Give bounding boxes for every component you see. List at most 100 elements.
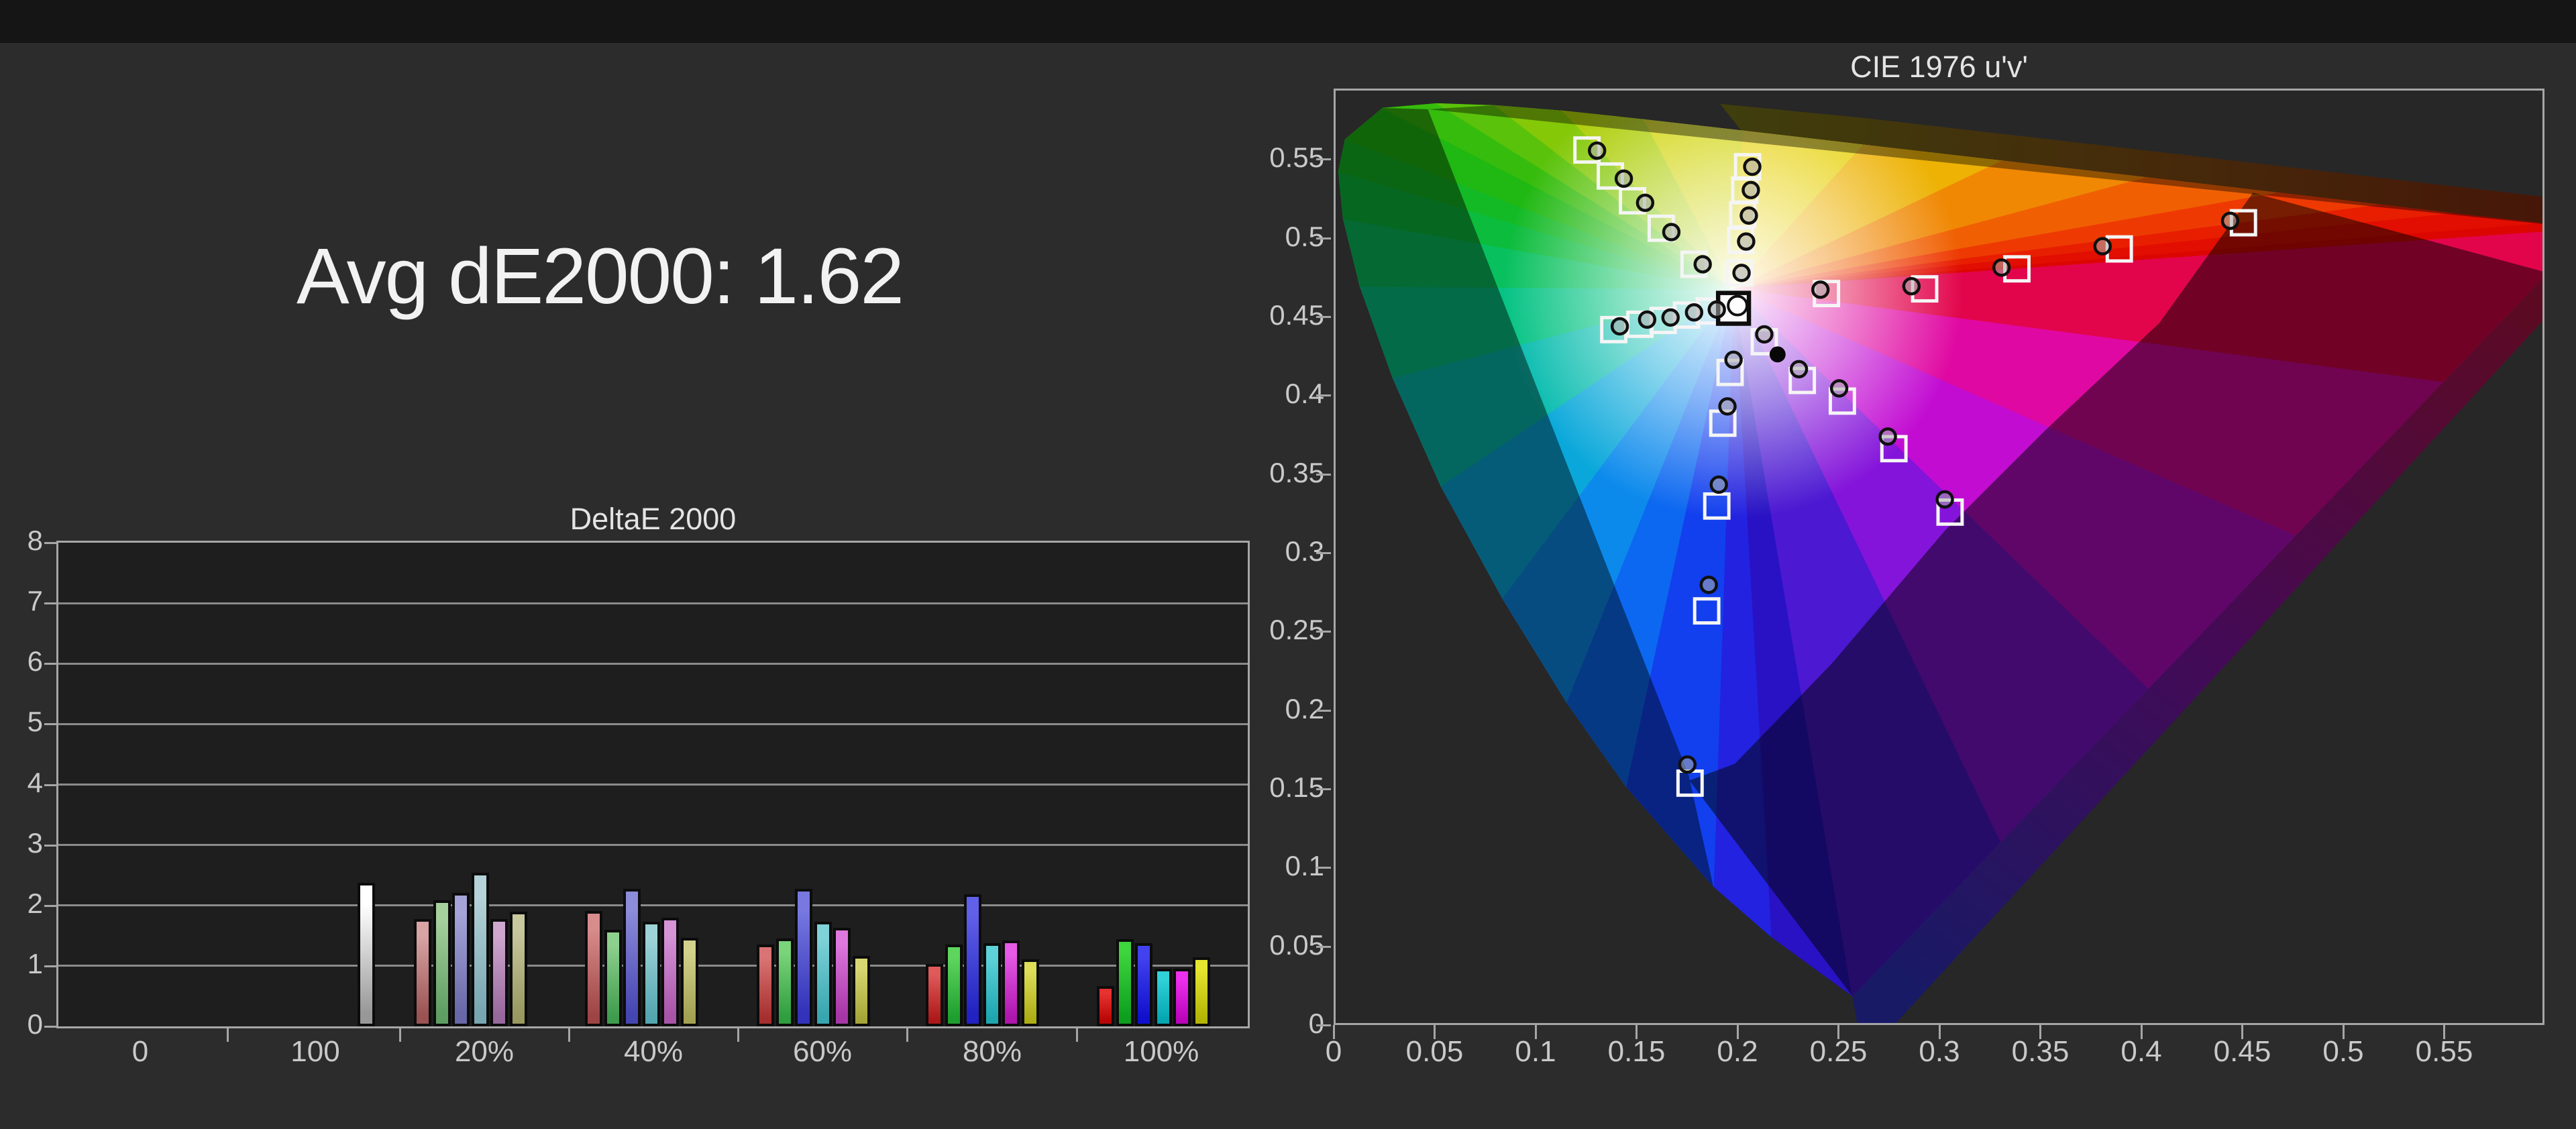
cie-x-label-0.5: 0.5	[2322, 1035, 2364, 1068]
bar-20%-cyan	[471, 873, 489, 1026]
green-measured-4	[1693, 255, 1712, 274]
bar-80%-yellow	[1022, 959, 1039, 1026]
bar-y-label-0: 0	[27, 1008, 43, 1040]
cie-x-tick-6	[1938, 1025, 1941, 1039]
cie-x-tick-11	[2443, 1025, 2445, 1039]
yellow-measured-0	[1743, 157, 1762, 176]
cie-x-tick-7	[2039, 1025, 2041, 1039]
cie-y-tick-9	[1316, 315, 1331, 318]
cie-x-tick-0	[1332, 1025, 1335, 1039]
magenta-measured-3	[1878, 427, 1897, 446]
gridline-7	[58, 602, 1248, 604]
cie-x-label-0: 0	[1325, 1035, 1342, 1068]
bar-60%-cyan	[814, 922, 832, 1026]
color-calibration-report: Avg dE2000: 1.62 DeltaE 2000 0 1 2 3 4 5 6 7 8 0 1…	[0, 0, 2576, 1129]
bar-x-label-0: 0	[131, 1035, 149, 1068]
white-measured-0	[1727, 294, 1749, 317]
bar-y-tick-7	[44, 602, 56, 605]
bar-x-tick-4	[906, 1028, 908, 1042]
cie-y-label-0.5: 0.5	[1285, 220, 1324, 252]
cie-x-label-0.3: 0.3	[1919, 1035, 1960, 1068]
bar-100%-blue	[1135, 943, 1153, 1026]
bar-40%-red	[585, 911, 602, 1026]
bar-40%-blue	[623, 889, 641, 1026]
magenta-measured-1	[1789, 360, 1809, 378]
cie-x-tick-9	[2241, 1025, 2243, 1039]
bar-y-label-8: 8	[27, 525, 43, 556]
magenta-measured-4	[1935, 490, 1954, 509]
bar-x-tick-5	[1075, 1028, 1078, 1042]
bar-y-tick-1	[44, 965, 56, 967]
bar-y-label-7: 7	[27, 585, 43, 617]
cyan-measured-4	[1707, 300, 1726, 319]
bar-y-tick-3	[44, 844, 56, 847]
cie-x-label-0.1: 0.1	[1515, 1035, 1556, 1068]
cie-y-tick-6	[1316, 551, 1331, 554]
top-black-bar	[0, 0, 2576, 43]
cie-y-tick-0	[1316, 1024, 1331, 1026]
bar-x-label-100: 100	[290, 1035, 340, 1068]
cie-y-label-0.45: 0.45	[1269, 299, 1324, 331]
bar-x-tick-0	[227, 1028, 229, 1042]
bar-20%-magenta	[490, 919, 508, 1026]
cie-y-tick-4	[1316, 709, 1331, 712]
bar-y-tick-0	[44, 1026, 56, 1028]
bar-20%-blue	[452, 893, 470, 1026]
cie-y-tick-8	[1316, 394, 1331, 397]
cie-plot-area	[1334, 89, 2544, 1025]
bar-y-label-4: 4	[27, 766, 43, 798]
avg-de2000-readout: Avg dE2000: 1.62	[297, 232, 904, 321]
cyan-measured-0	[1610, 317, 1629, 336]
cie-x-label-0.05: 0.05	[1405, 1035, 1464, 1068]
red-measured-0	[1811, 280, 1830, 299]
bar-y-label-6: 6	[27, 645, 43, 678]
gridline-3	[58, 844, 1248, 847]
bar-100%-red	[1097, 986, 1114, 1026]
bar-20%-yellow	[510, 912, 527, 1026]
cie-x-label-0.2: 0.2	[1717, 1035, 1758, 1068]
bar-100%-magenta	[1173, 969, 1191, 1026]
bar-x-label-100%: 100%	[1123, 1035, 1199, 1068]
cyan-measured-3	[1684, 303, 1704, 322]
bar-x-tick-1	[398, 1028, 401, 1042]
cyan-measured-2	[1661, 308, 1680, 327]
cie-x-tick-2	[1534, 1025, 1537, 1039]
green-measured-3	[1662, 223, 1681, 241]
bar-x-label-60%: 60%	[792, 1035, 853, 1068]
red-measured-4	[2220, 211, 2240, 230]
bar-x-tick-2	[568, 1028, 570, 1042]
bar-y-tick-2	[44, 904, 56, 907]
magenta-measured-2	[1829, 379, 1849, 398]
cie-y-tick-2	[1316, 867, 1331, 869]
bar-60%-magenta	[833, 928, 851, 1026]
gridline-6	[58, 662, 1248, 665]
gridline-4	[58, 784, 1248, 786]
bar-20%-red	[414, 919, 431, 1026]
reference-dot-0	[1769, 346, 1786, 363]
yellow-measured-2	[1739, 206, 1758, 225]
cie-y-label-0.35: 0.35	[1269, 456, 1324, 488]
bar-chart-plot-area	[56, 541, 1250, 1028]
cie-x-tick-5	[1837, 1025, 1839, 1039]
red-measured-2	[1992, 258, 2011, 277]
bar-y-label-3: 3	[27, 826, 43, 859]
bar-100%-cyan	[1154, 969, 1172, 1026]
gridline-2	[58, 904, 1248, 907]
cie-chart-title: CIE 1976 u'v'	[1850, 50, 2028, 84]
cie-y-tick-5	[1316, 631, 1331, 633]
cie-y-tick-7	[1316, 473, 1331, 476]
blue-measured-4	[1678, 755, 1697, 774]
bar-y-tick-4	[44, 784, 56, 786]
cie-x-label-0.25: 0.25	[1809, 1035, 1868, 1068]
bar-x-tick-3	[737, 1028, 739, 1042]
bar-60%-blue	[795, 889, 813, 1026]
cie-x-label-0.35: 0.35	[2011, 1035, 2070, 1068]
cie-y-tick-11	[1316, 158, 1331, 161]
cie-y-tick-1	[1316, 945, 1331, 948]
bar-80%-red	[926, 964, 943, 1026]
bar-y-label-5: 5	[27, 706, 43, 738]
bar-x-label-80%: 80%	[962, 1035, 1022, 1068]
bar-x-label-40%: 40%	[623, 1035, 684, 1068]
blue-measured-2	[1709, 475, 1728, 494]
bar-60%-red	[757, 945, 774, 1026]
